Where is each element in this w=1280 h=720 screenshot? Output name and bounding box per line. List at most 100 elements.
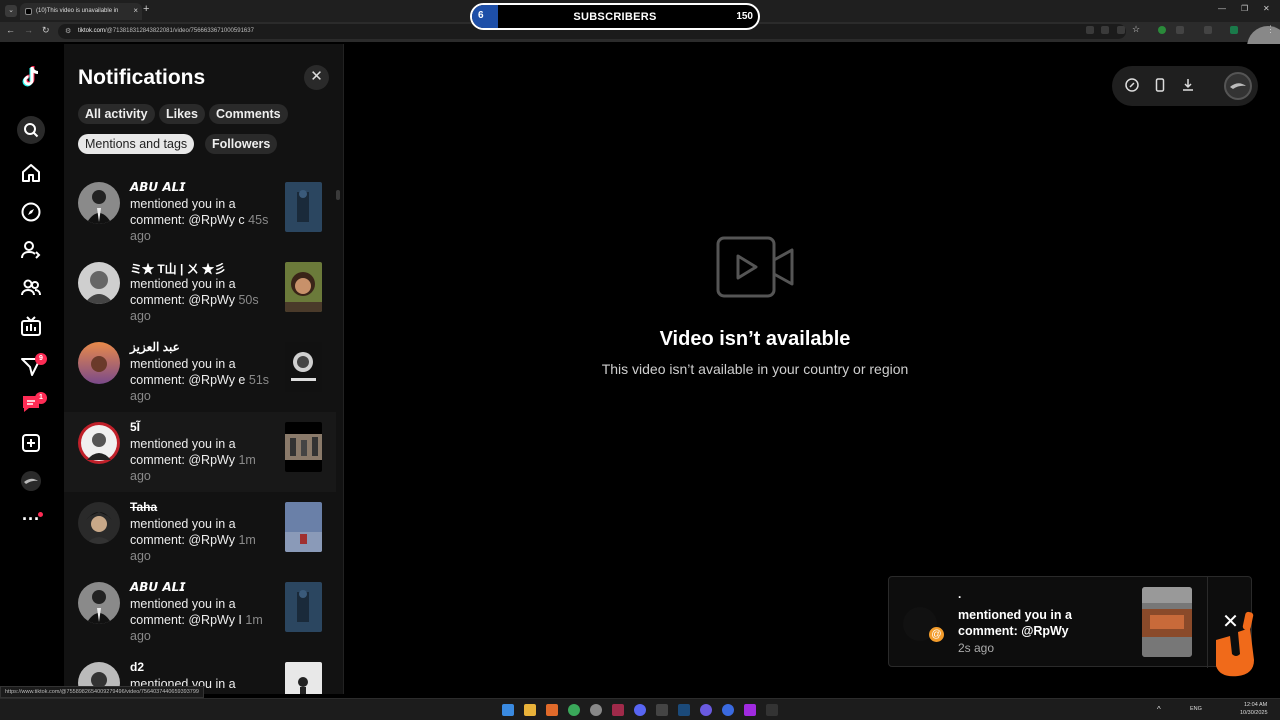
steam-icon[interactable]	[678, 704, 690, 716]
zoom-icon[interactable]	[1117, 26, 1125, 34]
back-icon[interactable]: ←	[6, 25, 15, 35]
coins-icon[interactable]	[1124, 78, 1140, 94]
os-taskbar: ^ ENG 12:04 AM 10/30/2025	[0, 698, 1280, 720]
extensions-puzzle-icon[interactable]	[1176, 26, 1184, 34]
unavailable-subtitle: This video isn’t available in your count…	[601, 361, 909, 377]
profile-avatar[interactable]	[1224, 72, 1252, 100]
translate-icon[interactable]	[1101, 26, 1109, 34]
url-path: /@7138183128438220​81/video/756663367100…	[105, 28, 254, 34]
notification-item[interactable]: Taha mentioned you in a comment: @RpWy 1…	[64, 492, 336, 572]
filter-followers[interactable]: Followers	[205, 134, 278, 154]
avatar[interactable]	[78, 262, 120, 304]
search-icon[interactable]	[17, 116, 45, 144]
notification-toast[interactable]: @ . mentioned you in a comment: @RpWy 2s…	[888, 576, 1252, 668]
notification-username[interactable]: 𝘼𝘽𝙐 𝘼𝙇𝙄	[130, 180, 185, 194]
discord-icon[interactable]	[634, 704, 646, 716]
browser-menu-icon[interactable]: ⋮	[1266, 24, 1275, 35]
extension-green-icon[interactable]	[1158, 26, 1166, 34]
notification-username[interactable]: Taha	[130, 500, 157, 514]
more-icon[interactable]: ···	[18, 506, 44, 532]
extension-icon[interactable]	[1086, 26, 1094, 34]
explore-compass-icon[interactable]	[18, 201, 44, 227]
close-tab-icon[interactable]: ×	[133, 6, 138, 15]
video-thumbnail[interactable]	[285, 182, 322, 232]
notification-item[interactable]: 5Ĩ mentioned you in a comment: @RpWy 1m …	[64, 412, 336, 492]
notification-username[interactable]: d2	[130, 660, 144, 674]
video-thumbnail[interactable]	[285, 422, 322, 472]
download-icon[interactable]	[1180, 78, 1196, 94]
avatar[interactable]	[78, 422, 120, 464]
bookmark-star-icon[interactable]: ☆	[1132, 24, 1140, 35]
notifications-title: Notifications	[78, 66, 206, 89]
avatar[interactable]	[78, 182, 120, 224]
app-icon[interactable]	[766, 704, 778, 716]
get-app-phone-icon[interactable]	[1152, 78, 1168, 94]
video-thumbnail[interactable]	[285, 582, 322, 632]
filter-likes[interactable]: Likes	[159, 104, 205, 124]
video-thumbnail[interactable]	[285, 502, 322, 552]
notification-message: mentioned you in a comment: @RpWy	[130, 517, 236, 547]
app-icon[interactable]	[656, 704, 668, 716]
toast-video-thumbnail[interactable]	[1142, 587, 1192, 657]
notification-username[interactable]: عبد العزيز	[130, 340, 180, 354]
app-icon[interactable]	[612, 704, 624, 716]
upload-icon[interactable]	[18, 432, 44, 458]
notifications-panel: Notifications ✕ All activity Likes Comme…	[64, 44, 344, 694]
app-icon[interactable]	[590, 704, 602, 716]
extension-icon[interactable]	[1204, 26, 1212, 34]
restore-icon[interactable]: ❐	[1241, 4, 1248, 13]
profile-avatar[interactable]	[18, 470, 44, 496]
app-icon[interactable]	[744, 704, 756, 716]
extension-icon[interactable]	[1230, 26, 1238, 34]
notification-text: mentioned you in a comment: @RpWy e 51s …	[130, 356, 278, 404]
filter-mentions-and-tags[interactable]: Mentions and tags	[78, 134, 195, 154]
app-icon[interactable]	[700, 704, 712, 716]
window-close-icon[interactable]: ✕	[1263, 4, 1270, 13]
clock-time[interactable]: 12:04 AM	[1244, 702, 1267, 708]
channel-logo-icon	[1210, 610, 1258, 680]
notification-item[interactable]: عبد العزيز mentioned you in a comment: @…	[64, 332, 336, 412]
tiktok-logo-icon[interactable]	[18, 64, 44, 90]
friends-icon[interactable]	[18, 277, 44, 303]
app-icon[interactable]	[722, 704, 734, 716]
site-info-icon[interactable]: ⚙	[65, 27, 71, 35]
avatar[interactable]	[78, 342, 120, 384]
mention-at-icon: @	[929, 627, 944, 642]
tray-chevron-icon[interactable]: ^	[1157, 705, 1161, 714]
notification-username[interactable]: ミ★ T山 | ㄨ ★彡	[130, 260, 226, 277]
avatar[interactable]	[78, 502, 120, 544]
notification-message: mentioned you in a comment: @RpWy	[130, 437, 236, 467]
close-notifications-button[interactable]: ✕	[304, 65, 329, 90]
start-icon[interactable]	[502, 704, 514, 716]
forward-icon[interactable]: →	[24, 25, 33, 35]
video-thumbnail[interactable]	[285, 262, 322, 312]
chrome-icon[interactable]	[568, 704, 580, 716]
language-indicator[interactable]: ENG	[1190, 706, 1202, 712]
toast-text: mentioned you in a comment: @RpWy	[958, 608, 1072, 638]
notification-item[interactable]: ミ★ T山 | ㄨ ★彡 mentioned you in a comment:…	[64, 252, 336, 332]
filter-comments[interactable]: Comments	[209, 104, 288, 124]
notification-item[interactable]: 𝘼𝘽𝙐 𝘼𝙇𝙄 mentioned you in a comment: @RpW…	[64, 172, 336, 252]
live-tv-icon[interactable]	[18, 315, 44, 341]
minimize-icon[interactable]: —	[1218, 4, 1226, 13]
reload-icon[interactable]: ↻	[42, 25, 50, 36]
new-tab-button[interactable]: +	[143, 3, 149, 15]
browser-tab[interactable]: (10)This video is unavailable in ×	[20, 3, 142, 20]
clock-date[interactable]: 10/30/2025	[1240, 710, 1268, 716]
app-icon[interactable]	[546, 704, 558, 716]
unavailable-title: Video isn’t available	[659, 328, 851, 350]
avatar[interactable]	[78, 582, 120, 624]
scrollbar-thumb[interactable]	[336, 190, 340, 200]
notification-message: mentioned you in a comment: @RpWy e	[130, 357, 246, 387]
video-thumbnail[interactable]	[285, 342, 322, 392]
more-red-dot	[38, 512, 43, 517]
notification-username[interactable]: 𝘼𝘽𝙐 𝘼𝙇𝙄	[130, 580, 185, 594]
file-explorer-icon[interactable]	[524, 704, 536, 716]
video-thumbnail[interactable]	[285, 662, 322, 694]
tab-search-button[interactable]: ⌄	[5, 5, 17, 17]
following-icon[interactable]	[18, 239, 44, 265]
home-icon[interactable]	[18, 162, 44, 188]
notification-item[interactable]: 𝘼𝘽𝙐 𝘼𝙇𝙄 mentioned you in a comment: @RpW…	[64, 572, 336, 652]
filter-all-activity[interactable]: All activity	[78, 104, 155, 124]
notification-username[interactable]: 5Ĩ	[130, 420, 140, 434]
